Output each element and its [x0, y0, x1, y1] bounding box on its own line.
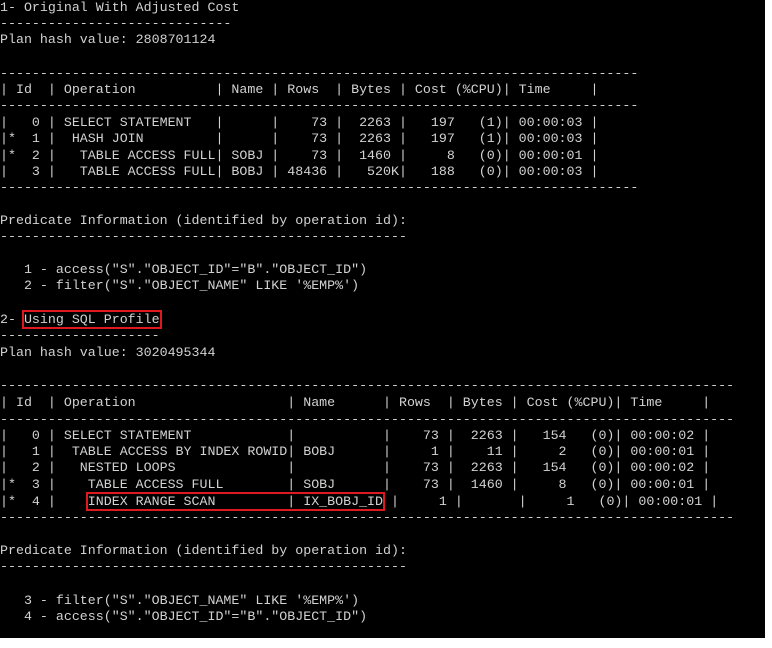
plan2-row: | 2 | NESTED LOOPS | | 73 | 2263 | 154 (…	[0, 460, 711, 475]
plan1-border-top: ----------------------------------------…	[0, 66, 639, 81]
plan1-hash: Plan hash value: 2808701124	[0, 32, 216, 47]
plan1-row: | 3 | TABLE ACCESS FULL| BOBJ | 48436 | …	[0, 164, 599, 179]
plan2-row: |* 3 | TABLE ACCESS FULL | SOBJ | 73 | 1…	[0, 477, 711, 492]
plan2-row: |* 4 | INDEX RANGE SCAN | IX_BOBJ_ID | 1…	[0, 492, 719, 511]
plan2-hash: Plan hash value: 3020495344	[0, 345, 216, 360]
plan1-border-bottom: ----------------------------------------…	[0, 180, 639, 195]
plan1-predicate: 2 - filter("S"."OBJECT_NAME" LIKE '%EMP%…	[0, 278, 360, 293]
plan2-border-bottom: ----------------------------------------…	[0, 510, 735, 525]
plan2-row-4-highlight: INDEX RANGE SCAN | IX_BOBJ_ID	[85, 492, 386, 511]
plan2-border-top: ----------------------------------------…	[0, 378, 735, 393]
plan2-row: | 0 | SELECT STATEMENT | | 73 | 2263 | 1…	[0, 428, 711, 443]
plan1-predicate: 1 - access("S"."OBJECT_ID"="B"."OBJECT_I…	[0, 262, 368, 277]
plan2-predicate-title: Predicate Information (identified by ope…	[0, 543, 407, 558]
plan1-border-mid: ----------------------------------------…	[0, 98, 639, 113]
plan1-title: 1- Original With Adjusted Cost	[0, 0, 240, 15]
plan2-title: 2- Using SQL Profile	[0, 310, 162, 329]
plan2-predicate: 4 - access("S"."OBJECT_ID"="B"."OBJECT_I…	[0, 609, 368, 624]
plan1-predicate-title: Predicate Information (identified by ope…	[0, 213, 407, 228]
plan1-title-rule: -----------------------------	[0, 16, 232, 31]
plan2-title-prefix: 2-	[0, 312, 24, 327]
plan2-header: | Id | Operation | Name | Rows | Bytes |…	[0, 395, 711, 410]
plan2-row-4-post: | 1 | | 1 (0)| 00:00:01 |	[383, 494, 719, 509]
plan1-header: | Id | Operation | Name | Rows | Bytes |…	[0, 82, 599, 97]
plan2-title-rule: --------------------	[0, 328, 160, 343]
plan1-predicate-rule: ----------------------------------------…	[0, 229, 407, 244]
plan2-row: | 1 | TABLE ACCESS BY INDEX ROWID| BOBJ …	[0, 444, 711, 459]
plan2-row-4-pre: |* 4 |	[0, 494, 88, 509]
plan1-row: |* 2 | TABLE ACCESS FULL| SOBJ | 73 | 14…	[0, 148, 599, 163]
plan1-row: | 0 | SELECT STATEMENT | | 73 | 2263 | 1…	[0, 115, 599, 130]
terminal-output: 1- Original With Adjusted Cost ---------…	[0, 0, 765, 638]
plan1-row: |* 1 | HASH JOIN | | 73 | 2263 | 197 (1)…	[0, 131, 599, 146]
plan2-predicate: 3 - filter("S"."OBJECT_NAME" LIKE '%EMP%…	[0, 593, 360, 608]
plan2-border-mid: ----------------------------------------…	[0, 412, 735, 427]
plan2-predicate-rule: ----------------------------------------…	[0, 559, 407, 574]
plan2-title-highlight: Using SQL Profile	[21, 310, 162, 329]
